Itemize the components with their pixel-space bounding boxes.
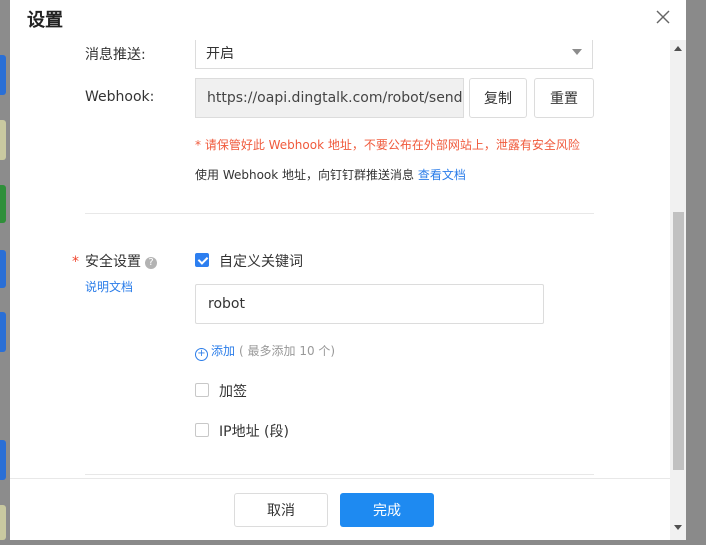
ip-checkbox-label: IP地址 (段) — [219, 424, 289, 440]
done-button[interactable]: 完成 — [340, 493, 434, 527]
view-docs-link[interactable]: 查看文档 — [418, 168, 466, 182]
scroll-down-arrow-icon[interactable] — [674, 525, 682, 530]
webhook-url-text: https://oapi.dingtalk.com/robot/send — [207, 90, 463, 106]
keyword-checkbox-label: 自定义关键词 — [219, 254, 303, 270]
push-select-value: 开启 — [206, 46, 234, 62]
help-icon[interactable]: ? — [145, 257, 157, 269]
dialog-header: 设置 — [10, 0, 686, 40]
section-divider — [85, 213, 594, 214]
sign-checkbox-label: 加签 — [219, 384, 247, 400]
keyword-input[interactable]: robot — [195, 284, 544, 324]
background-nav-item — [0, 440, 6, 480]
webhook-tip: 使用 Webhook 地址，向钉钉群推送消息 查看文档 — [195, 166, 466, 183]
push-select[interactable]: 开启 — [195, 35, 593, 69]
close-icon[interactable] — [654, 8, 672, 26]
dialog-title: 设置 — [27, 10, 63, 31]
security-label: 安全设置 — [85, 254, 141, 270]
sign-checkbox[interactable] — [195, 383, 209, 397]
background-app-right — [686, 0, 706, 545]
scrollbar-thumb[interactable] — [673, 212, 684, 470]
chevron-down-icon — [572, 49, 582, 55]
required-mark: * — [72, 254, 79, 270]
background-nav-item — [0, 55, 6, 95]
background-nav-item — [0, 250, 6, 288]
reset-button[interactable]: 重置 — [534, 78, 594, 118]
background-nav-item — [0, 120, 6, 160]
dialog-footer: 取消 完成 — [10, 478, 670, 540]
section-divider — [85, 474, 594, 475]
webhook-url-field[interactable]: https://oapi.dingtalk.com/robot/send — [195, 78, 464, 118]
webhook-label: Webhook: — [85, 89, 155, 105]
background-nav-item — [0, 505, 6, 540]
background-nav-item — [0, 312, 6, 352]
webhook-tip-text: 使用 Webhook 地址，向钉钉群推送消息 — [195, 168, 415, 182]
keyword-checkbox[interactable] — [195, 253, 209, 267]
security-label-row: * 安全设置? — [72, 251, 157, 271]
settings-dialog: 消息推送: 开启 Webhook: https://oapi.dingtalk.… — [10, 0, 686, 540]
copy-button[interactable]: 复制 — [469, 78, 527, 118]
scroll-up-arrow-icon[interactable] — [674, 46, 682, 51]
vertical-scrollbar[interactable] — [670, 40, 686, 540]
add-keyword-link[interactable]: 添加 — [211, 344, 235, 358]
keyword-input-value: robot — [208, 296, 245, 312]
plus-circle-icon[interactable]: + — [195, 348, 208, 361]
push-label: 消息推送: — [85, 47, 146, 63]
cancel-button[interactable]: 取消 — [234, 493, 328, 527]
add-keyword-hint: ( 最多添加 10 个) — [239, 344, 336, 358]
background-nav-item — [0, 185, 6, 223]
webhook-warning: * 请保管好此 Webhook 地址，不要公布在外部网站上，泄露有安全风险 — [195, 138, 580, 152]
add-keyword-row: + 添加 ( 最多添加 10 个) — [195, 342, 335, 361]
ip-checkbox[interactable] — [195, 423, 209, 437]
background-app-bottom — [0, 540, 706, 545]
security-doc-link[interactable]: 说明文档 — [85, 278, 133, 295]
